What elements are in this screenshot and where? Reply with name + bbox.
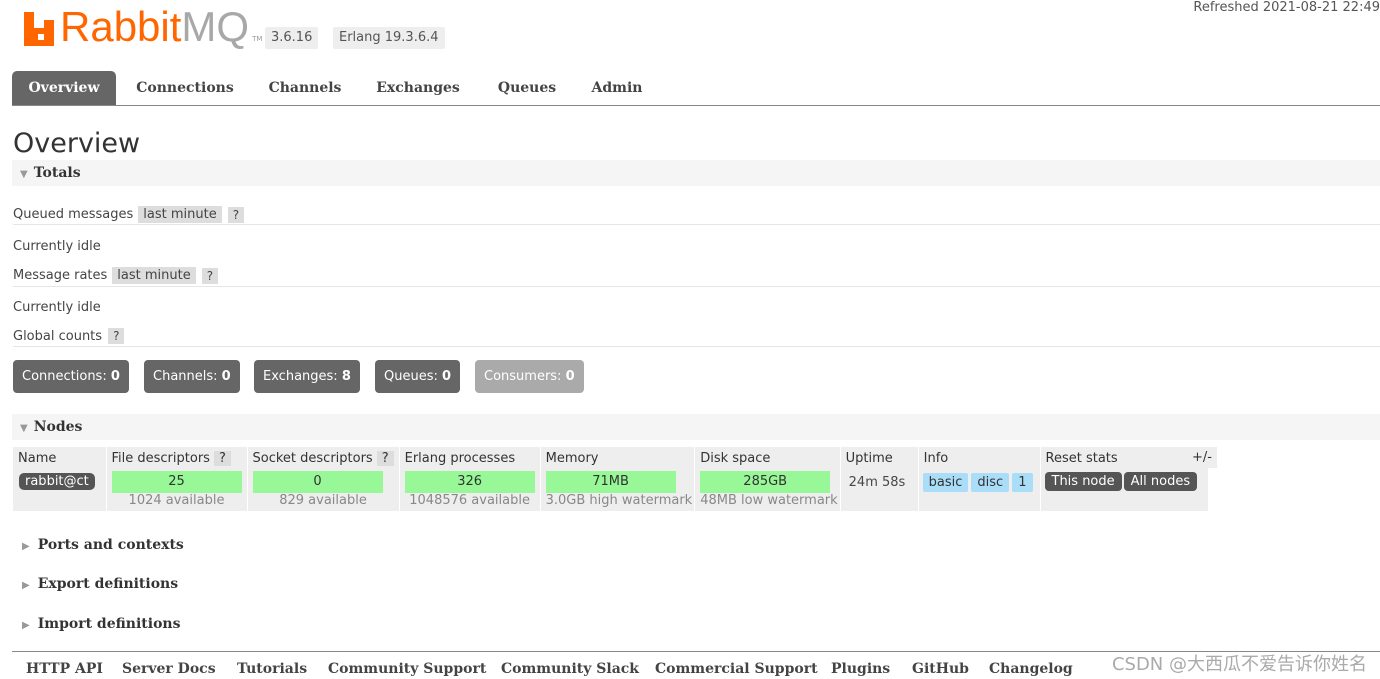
logo-trademark: TM (252, 35, 263, 43)
consumers-count-button[interactable]: Consumers: 0 (475, 360, 584, 393)
logo-text: RabbitMQ (60, 3, 250, 50)
col-reset-stats: Reset stats (1040, 447, 1209, 469)
tab-connections[interactable]: Connections (132, 71, 238, 105)
main-nav-tabs: Overview Connections Channels Exchanges … (12, 71, 1380, 106)
footer-link-server-docs[interactable]: Server Docs (122, 661, 216, 677)
tab-queues[interactable]: Queues (494, 71, 560, 105)
nodes-label: Nodes (33, 419, 83, 435)
queues-count-button[interactable]: Queues: 0 (375, 360, 461, 393)
nodes-section-header[interactable]: ▼ Nodes (12, 414, 1380, 440)
sd-available: 829 available (279, 493, 367, 508)
tab-exchanges[interactable]: Exchanges (372, 71, 464, 105)
col-disk-space: Disk space (694, 447, 841, 469)
help-button[interactable]: ? (376, 450, 394, 466)
col-file-descriptors: File descriptors? (106, 447, 248, 469)
tab-overview[interactable]: Overview (12, 71, 116, 105)
proc-available: 1048576 available (409, 493, 530, 508)
reset-cell: This node All nodes (1040, 469, 1209, 511)
global-counts-label: Global counts (13, 328, 103, 344)
fd-available: 1024 available (128, 493, 225, 508)
tab-admin[interactable]: Admin (588, 71, 646, 105)
nodes-table-header: Name File descriptors? Socket descriptor… (13, 447, 1209, 469)
expand-triangle-icon: ▶ (22, 620, 30, 631)
queued-range-selector[interactable]: last minute (138, 206, 222, 223)
footer-link-community-support[interactable]: Community Support (328, 661, 486, 677)
memory-cell: 71MB 3.0GB high watermark (540, 469, 696, 511)
rates-range-selector[interactable]: last minute (112, 267, 196, 284)
col-uptime: Uptime (840, 447, 919, 469)
channels-count-button[interactable]: Channels: 0 (144, 360, 240, 393)
col-socket-descriptors: Socket descriptors? (247, 447, 400, 469)
fd-usage-bar: 25 (111, 471, 242, 493)
global-help-button[interactable]: ? (108, 328, 125, 344)
page-title: Overview (13, 128, 141, 159)
tab-channels[interactable]: Channels (264, 71, 346, 105)
footer-link-plugins[interactable]: Plugins (831, 661, 890, 677)
info-cell: basic disc 1 (918, 469, 1041, 511)
reset-all-nodes-button[interactable]: All nodes (1123, 472, 1198, 491)
memory-usage-bar: 71MB (545, 471, 676, 493)
refreshed-timestamp[interactable]: Refreshed 2021-08-21 22:49 (1193, 0, 1380, 15)
proc-usage-bar: 326 (404, 471, 535, 493)
sd-cell: 0 829 available (247, 469, 400, 511)
exchanges-count-button[interactable]: Exchanges: 8 (254, 360, 360, 393)
divider (13, 286, 1380, 287)
info-count-badge: 1 (1012, 473, 1033, 492)
footer-link-http-api[interactable]: HTTP API (26, 661, 103, 677)
expand-triangle-icon: ▶ (22, 541, 30, 552)
queued-status: Currently idle (13, 239, 101, 254)
footer-link-commercial-support[interactable]: Commercial Support (655, 661, 818, 677)
uptime-cell: 24m 58s (840, 469, 919, 511)
csdn-watermark: CSDN @大西瓜不爱告诉你姓名 (1111, 654, 1367, 675)
collapse-triangle-icon: ▼ (20, 423, 28, 434)
divider (13, 346, 1380, 347)
queued-help-button[interactable]: ? (227, 206, 245, 223)
global-counts-row: Global counts ? (13, 328, 125, 344)
node-name-cell: rabbit@ct (13, 469, 107, 511)
help-button[interactable]: ? (213, 450, 231, 466)
import-definitions-section[interactable]: ▶ Import definitions (22, 616, 180, 632)
sd-usage-bar: 0 (252, 471, 383, 493)
footer-link-github[interactable]: GitHub (912, 661, 969, 677)
erlang-version-badge: Erlang 19.3.6.4 (333, 27, 445, 49)
col-name: Name (13, 447, 107, 469)
queued-messages-label: Queued messages (13, 207, 134, 222)
message-rates-row: Message rates last minute ? (13, 267, 219, 284)
rates-status: Currently idle (13, 300, 101, 315)
connections-count-button[interactable]: Connections: 0 (13, 360, 129, 393)
queued-messages-row: Queued messages last minute ? (13, 206, 245, 223)
version-badge: 3.6.16 (265, 27, 319, 49)
rates-help-button[interactable]: ? (201, 267, 219, 284)
col-erlang-processes: Erlang processes (399, 447, 541, 469)
table-row: rabbit@ct 25 1024 available 0 829 availa… (13, 469, 1209, 511)
disk-watermark: 48MB low watermark (700, 493, 838, 508)
info-disc-badge: disc (971, 473, 1010, 492)
rabbitmq-logo-icon (24, 12, 58, 46)
divider (13, 224, 1380, 225)
memory-watermark: 3.0GB high watermark (545, 493, 693, 508)
col-memory: Memory (540, 447, 696, 469)
footer-link-tutorials[interactable]: Tutorials (237, 661, 307, 677)
expand-triangle-icon: ▶ (22, 580, 30, 591)
column-toggle-button[interactable]: +/- (1187, 447, 1217, 468)
rabbitmq-logo[interactable]: RabbitMQ TM (24, 3, 263, 50)
ports-and-contexts-section[interactable]: ▶ Ports and contexts (22, 537, 184, 553)
reset-this-node-button[interactable]: This node (1044, 472, 1122, 491)
totals-section-header[interactable]: ▼ Totals (12, 160, 1380, 186)
nodes-table: Name File descriptors? Socket descriptor… (13, 447, 1209, 511)
col-info: Info (918, 447, 1041, 469)
node-name-link[interactable]: rabbit@ct (19, 473, 95, 490)
totals-label: Totals (33, 165, 81, 181)
export-definitions-section[interactable]: ▶ Export definitions (22, 576, 178, 592)
fd-cell: 25 1024 available (106, 469, 248, 511)
proc-cell: 326 1048576 available (399, 469, 541, 511)
info-basic-badge: basic (922, 473, 969, 492)
message-rates-label: Message rates (13, 268, 108, 283)
footer-link-community-slack[interactable]: Community Slack (501, 661, 639, 677)
disk-cell: 285GB 48MB low watermark (694, 469, 841, 511)
footer-link-changelog[interactable]: Changelog (989, 661, 1073, 677)
collapse-triangle-icon: ▼ (20, 169, 28, 180)
uptime-value: 24m 58s (848, 475, 906, 490)
disk-usage-bar: 285GB (700, 471, 831, 493)
